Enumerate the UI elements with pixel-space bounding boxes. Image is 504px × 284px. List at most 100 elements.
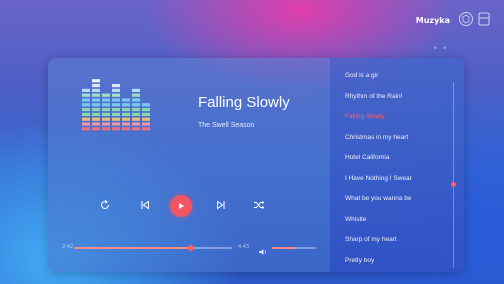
player-card: Falling Slowly The Swell Season 2:42 4:4… bbox=[48, 58, 464, 272]
equalizer-bar-segment bbox=[102, 93, 110, 97]
equalizer-bar-segment bbox=[92, 117, 100, 121]
repeat-icon bbox=[101, 200, 110, 210]
equalizer-bar-segment bbox=[132, 122, 140, 126]
elapsed-time: 2:42 bbox=[62, 244, 74, 250]
equalizer-bar-segment bbox=[92, 108, 100, 112]
equalizer-bar-segment bbox=[142, 127, 150, 131]
equalizer-bar-segment bbox=[132, 108, 140, 112]
equalizer-bar-segment bbox=[82, 98, 90, 102]
equalizer-bar-segment bbox=[132, 112, 140, 116]
shuffle-icon bbox=[254, 200, 265, 210]
play-icon bbox=[179, 203, 184, 209]
equalizer-bar-segment bbox=[82, 93, 90, 97]
equalizer-bar-segment bbox=[112, 122, 120, 126]
equalizer-bar-segment bbox=[112, 117, 120, 121]
equalizer-bar-segment bbox=[102, 112, 110, 116]
playlist-item[interactable]: I Have Nothing I Swear bbox=[345, 175, 412, 182]
playlist-item[interactable]: Sharp of my heart bbox=[345, 236, 397, 243]
equalizer-bar-segment bbox=[92, 93, 100, 97]
playlist-icon[interactable] bbox=[476, 11, 492, 27]
equalizer-bar-segment bbox=[112, 127, 120, 131]
equalizer-bar-segment bbox=[102, 98, 110, 102]
play-button[interactable] bbox=[170, 195, 192, 217]
equalizer-bar-segment bbox=[122, 117, 130, 121]
equalizer-bar-segment bbox=[142, 103, 150, 107]
equalizer-bar-segment bbox=[102, 108, 110, 112]
playlist-item[interactable]: Christmas in my heart bbox=[345, 134, 408, 141]
equalizer-bar-segment bbox=[122, 98, 130, 102]
playlist-item[interactable]: What be you wanna be bbox=[345, 195, 412, 202]
equalizer-bar-segment bbox=[92, 79, 100, 83]
equalizer-bar-segment bbox=[132, 93, 140, 97]
total-time: 4:43 bbox=[238, 244, 250, 250]
progress-bar[interactable] bbox=[74, 245, 232, 251]
app-title: Muzyka bbox=[415, 16, 450, 25]
playlist-item[interactable]: Falling Slowly bbox=[345, 113, 385, 120]
equalizer-bar-segment bbox=[92, 127, 100, 131]
equalizer-bar-segment bbox=[82, 122, 90, 126]
progress-fill bbox=[74, 247, 191, 249]
playlist-item[interactable]: Rhythm of the Rain! bbox=[345, 93, 402, 100]
equalizer-bar-segment bbox=[122, 122, 130, 126]
repeat-button[interactable] bbox=[96, 196, 114, 214]
equalizer-bar-segment bbox=[92, 112, 100, 116]
equalizer-bar-segment bbox=[112, 103, 120, 107]
playlist-item[interactable]: God is a gir bbox=[345, 72, 378, 79]
equalizer-bar-segment bbox=[112, 112, 120, 116]
volume-slider[interactable] bbox=[272, 247, 316, 249]
equalizer-bar-segment bbox=[102, 103, 110, 107]
equalizer-bar-segment bbox=[82, 112, 90, 116]
equalizer-bar-segment bbox=[112, 108, 120, 112]
equalizer-bar-segment bbox=[132, 103, 140, 107]
equalizer-bar-segment bbox=[142, 117, 150, 121]
progress-handle[interactable] bbox=[187, 245, 194, 251]
equalizer-bar-segment bbox=[112, 93, 120, 97]
equalizer-bar-segment bbox=[92, 98, 100, 102]
now-playing-panel: Falling Slowly The Swell Season 2:42 4:4… bbox=[48, 58, 330, 272]
playlist-item[interactable]: Hotel California bbox=[345, 154, 389, 161]
playlist-scrollbar[interactable] bbox=[453, 82, 454, 268]
equalizer-bar-segment bbox=[102, 117, 110, 121]
equalizer-bar-segment bbox=[142, 112, 150, 116]
shuffle-button[interactable] bbox=[250, 196, 268, 214]
equalizer-bar-segment bbox=[112, 88, 120, 92]
song-title: Falling Slowly bbox=[198, 94, 290, 111]
song-artist: The Swell Season bbox=[198, 122, 255, 129]
theme-icon[interactable] bbox=[458, 11, 474, 27]
equalizer-bar-segment bbox=[82, 127, 90, 131]
equalizer-bar-segment bbox=[122, 112, 130, 116]
equalizer-bar-segment bbox=[142, 122, 150, 126]
volume-fill bbox=[272, 247, 297, 249]
previous-button[interactable] bbox=[136, 196, 154, 214]
equalizer-bar-segment bbox=[112, 98, 120, 102]
equalizer-bar-segment bbox=[122, 108, 130, 112]
equalizer-bar-segment bbox=[122, 127, 130, 131]
equalizer-bar-segment bbox=[132, 88, 140, 92]
equalizer-bar-segment bbox=[112, 84, 120, 88]
equalizer-visualizer bbox=[82, 79, 150, 131]
next-button[interactable] bbox=[212, 196, 230, 214]
music-player-screen: Muzyka • • Falling Slowly The Swell Seas… bbox=[0, 0, 504, 284]
equalizer-bar-segment bbox=[132, 98, 140, 102]
equalizer-bar-segment bbox=[92, 84, 100, 88]
equalizer-bar-segment bbox=[132, 127, 140, 131]
next-icon bbox=[217, 200, 225, 210]
equalizer-bar-segment bbox=[82, 117, 90, 121]
equalizer-bar-segment bbox=[92, 103, 100, 107]
equalizer-bar-segment bbox=[92, 122, 100, 126]
equalizer-bar-segment bbox=[82, 108, 90, 112]
equalizer-bar-segment bbox=[132, 117, 140, 121]
equalizer-bar-segment bbox=[102, 122, 110, 126]
volume-icon[interactable] bbox=[258, 242, 268, 255]
previous-icon bbox=[141, 200, 149, 210]
equalizer-bar-segment bbox=[122, 103, 130, 107]
playlist-item[interactable]: Pretty boy bbox=[345, 257, 374, 264]
equalizer-bar-segment bbox=[102, 127, 110, 131]
equalizer-bar-segment bbox=[82, 88, 90, 92]
equalizer-bar-segment bbox=[142, 108, 150, 112]
playlist-panel: God is a gir Rhythm of the Rain! Falling S… bbox=[330, 58, 464, 272]
playlist-item[interactable]: Whistle bbox=[345, 216, 366, 223]
equalizer-bar-segment bbox=[82, 103, 90, 107]
playlist-scroll-thumb[interactable] bbox=[451, 181, 456, 187]
equalizer-bar-segment bbox=[92, 88, 100, 92]
